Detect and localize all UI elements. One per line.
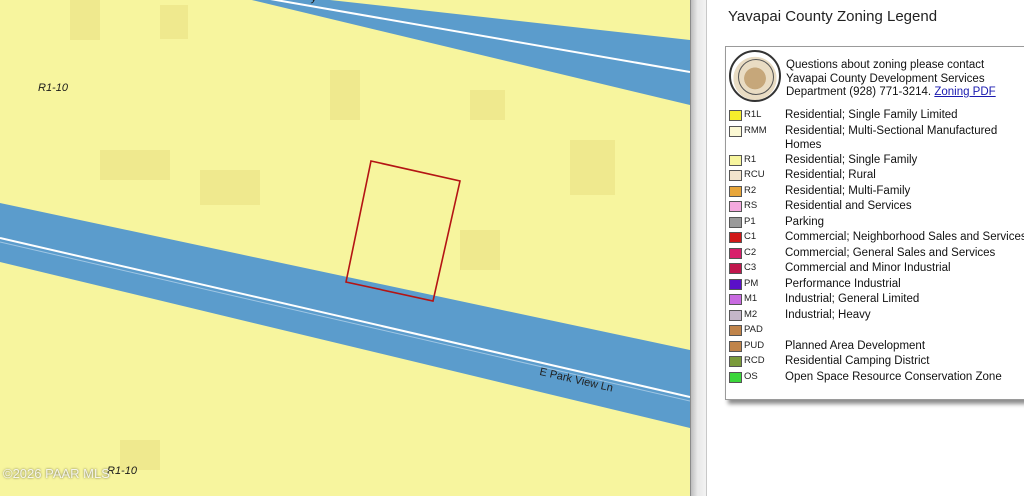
legend-item: C3 Commercial and Minor Industrial — [726, 260, 1024, 276]
building-footprint — [100, 150, 170, 180]
legend-label: Commercial; Neighborhood Sales and Servi… — [785, 231, 1024, 243]
zoning-map[interactable]: R1-10 R1-10 E Park View Ln y ©2026 PAAR … — [0, 0, 690, 496]
legend-code: RCU — [744, 169, 765, 180]
legend-swatch — [729, 125, 742, 137]
legend-item: M1 Industrial; General Limited — [726, 291, 1024, 307]
legend-swatch — [729, 356, 742, 367]
legend-item: PAD — [726, 322, 1024, 338]
building-footprint — [460, 230, 500, 270]
legend-code: R1 — [744, 153, 757, 165]
legend-label: Planned Area Development — [785, 339, 926, 352]
legend-swatch — [729, 325, 742, 336]
legend-item: RCD Residential Camping District — [726, 353, 1024, 369]
legend-item: OS Open Space Resource Conservation Zone — [726, 369, 1024, 385]
legend-label: Parking — [785, 215, 824, 228]
building-footprints — [70, 0, 615, 470]
legend-swatch — [729, 309, 742, 321]
legend-code: C2 — [744, 246, 757, 258]
main-road — [0, 203, 690, 428]
legend-code: M2 — [744, 308, 758, 320]
legend-label: Residential; Single Family Limited — [785, 109, 958, 121]
zone-label: R1-10 — [38, 82, 68, 94]
legend-swatch — [729, 185, 742, 197]
legend-swatch — [729, 278, 742, 290]
legend-code: R2 — [744, 184, 757, 196]
legend-item: RMM Residential; Multi-Sectional Manufact… — [726, 123, 1024, 152]
legend-code: M1 — [744, 293, 758, 304]
legend-label: Residential; Single Family — [785, 153, 918, 166]
legend-item: C1 Commercial; Neighborhood Sales and Ser… — [726, 229, 1024, 245]
legend-title: Yavapai County Zoning Legend — [728, 8, 938, 25]
mls-watermark: ©2026 PAAR MLS — [3, 466, 110, 481]
legend-swatch — [729, 201, 742, 212]
county-seal-inner — [738, 59, 774, 95]
legend-label: Commercial and Minor Industrial — [785, 262, 951, 274]
legend-code: PAD — [744, 324, 763, 335]
legend-label: Residential; Multi-Family — [785, 184, 911, 197]
legend-items: R1L Residential; Single Family Limited RMM… — [726, 107, 1024, 384]
legend-item: C2 Commercial; General Sales and Services — [726, 245, 1024, 261]
legend-label: Residential; Rural — [785, 169, 876, 181]
panel-divider[interactable] — [690, 0, 707, 496]
legend-label: Commercial; General Sales and Services — [785, 246, 996, 259]
legend-code: PM — [744, 277, 759, 289]
legend-box: Questions about zoning please contact Ya… — [725, 46, 1024, 400]
legend-panel: Yavapai County Zoning Legend Questions a… — [706, 0, 1024, 496]
legend-swatch — [729, 216, 742, 228]
zoning-pdf-link[interactable]: Zoning PDF — [934, 86, 995, 98]
parcel-outline[interactable] — [345, 160, 461, 302]
map-canvas — [0, 0, 690, 470]
legend-swatch — [729, 371, 742, 383]
street-label-fragment: y — [310, 0, 317, 5]
legend-code: RCD — [744, 355, 765, 366]
legend-swatch — [729, 170, 742, 181]
legend-header: Questions about zoning please contact Ya… — [726, 47, 1024, 107]
legend-swatch — [729, 247, 742, 259]
legend-code: P1 — [744, 215, 756, 227]
legend-swatch — [729, 232, 742, 243]
legend-swatch — [729, 110, 742, 121]
building-footprint — [200, 170, 260, 205]
legend-item: RCU Residential; Rural — [726, 167, 1024, 183]
building-footprint — [160, 5, 188, 39]
legend-code: RS — [744, 200, 758, 211]
legend-code: RMM — [744, 124, 767, 136]
legend-code: OS — [744, 370, 758, 382]
top-road — [251, 0, 690, 105]
legend-swatch — [729, 263, 742, 274]
legend-swatch — [729, 294, 742, 305]
building-footprint — [470, 90, 505, 120]
main-road-centerline — [0, 237, 690, 398]
legend-label: Residential and Services — [785, 200, 912, 212]
building-footprint — [330, 70, 360, 120]
legend-item: R1L Residential; Single Family Limited — [726, 107, 1024, 123]
legend-swatch — [729, 154, 742, 166]
zone-label: R1-10 — [107, 465, 137, 477]
legend-item: R2 Residential; Multi-Family — [726, 183, 1024, 199]
legend-item: RS Residential and Services — [726, 198, 1024, 214]
legend-label — [785, 322, 1024, 323]
legend-item: PM Performance Industrial — [726, 276, 1024, 292]
legend-label: Performance Industrial — [785, 277, 901, 290]
legend-item: R1 Residential; Single Family — [726, 152, 1024, 168]
legend-item: PUD Planned Area Development — [726, 338, 1024, 354]
legend-code: PUD — [744, 339, 765, 351]
county-seal-icon — [729, 50, 781, 102]
legend-code: C3 — [744, 262, 757, 273]
building-footprint — [70, 0, 100, 40]
legend-label: Open Space Resource Conservation Zone — [785, 370, 1002, 383]
legend-label: Residential Camping District — [785, 355, 930, 367]
legend-label: Industrial; Heavy — [785, 308, 871, 321]
legend-code: C1 — [744, 231, 757, 242]
legend-swatch — [729, 340, 742, 352]
legend-item: P1 Parking — [726, 214, 1024, 230]
legend-code: R1L — [744, 109, 762, 120]
legend-label: Residential; Multi-Sectional Manufacture… — [785, 124, 998, 151]
contact-info: Questions about zoning please contact Ya… — [786, 59, 1024, 100]
building-footprint — [570, 140, 615, 195]
legend-item: M2 Industrial; Heavy — [726, 307, 1024, 323]
legend-label: Industrial; General Limited — [785, 293, 920, 305]
